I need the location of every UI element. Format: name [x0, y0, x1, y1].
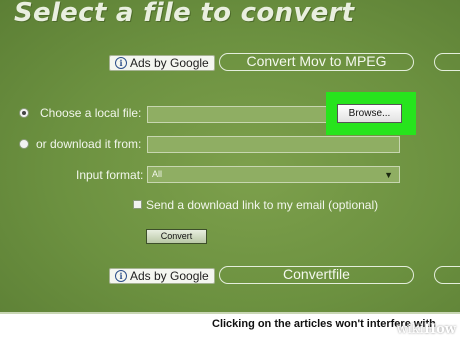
info-icon: i — [115, 270, 127, 282]
browse-button[interactable]: Browse... — [337, 104, 402, 123]
convert-button[interactable]: Convert — [146, 229, 207, 244]
ads-label-top: Ads by Google — [130, 56, 209, 70]
ad-link-convertfile[interactable]: Convertfile — [219, 266, 414, 284]
info-icon: i — [115, 57, 127, 69]
radio-download-url[interactable] — [19, 139, 29, 149]
email-link-label: Send a download link to my email (option… — [146, 198, 379, 212]
radio-local-file[interactable] — [19, 108, 29, 118]
dropdown-arrow-icon: ▼ — [384, 170, 393, 180]
converter-panel: Select a file to convert i Ads by Google… — [0, 0, 460, 314]
ads-label-bottom: Ads by Google — [130, 269, 209, 283]
watermark-wiki: wiki — [396, 322, 424, 337]
watermark-how: How — [423, 322, 456, 337]
wikihow-watermark: wikiHow — [397, 322, 456, 337]
ad-link-partial-top[interactable] — [434, 53, 460, 71]
ad-link-partial-bottom[interactable] — [434, 266, 460, 284]
local-file-label: Choose a local file: — [40, 106, 142, 120]
download-url-input[interactable] — [147, 136, 400, 153]
input-format-label: Input format: — [76, 168, 144, 182]
page-title: Select a file to convert — [14, 0, 355, 28]
ad-link-convert-mov[interactable]: Convert Mov to MPEG — [219, 53, 414, 71]
ads-by-google-button-bottom[interactable]: i Ads by Google — [109, 268, 215, 284]
input-format-value: All — [152, 169, 163, 179]
email-link-checkbox[interactable] — [133, 200, 142, 209]
download-url-label: or download it from: — [36, 137, 142, 151]
input-format-select[interactable]: All ▼ — [147, 166, 400, 183]
ads-by-google-button-top[interactable]: i Ads by Google — [109, 55, 215, 71]
